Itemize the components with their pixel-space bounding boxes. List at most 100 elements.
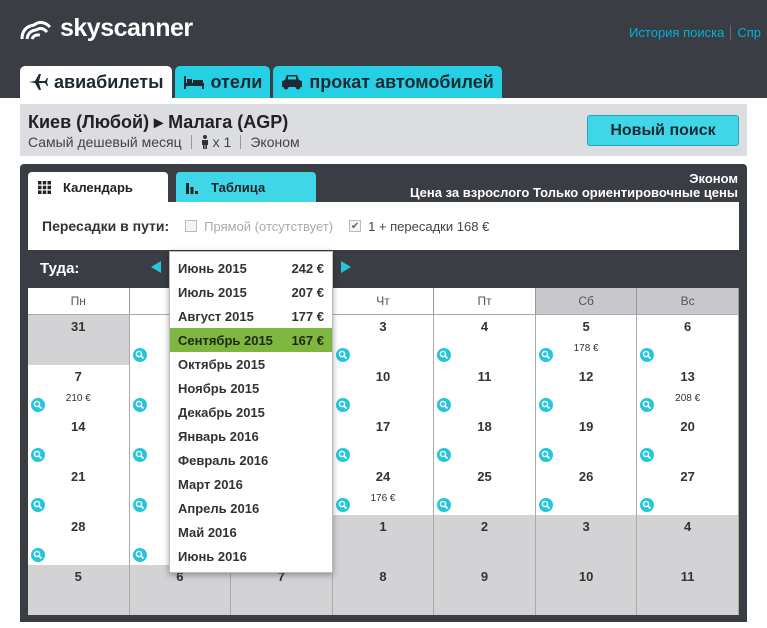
search-icon[interactable]	[640, 448, 655, 462]
search-icon[interactable]	[437, 448, 452, 462]
tab-calendar[interactable]: Календарь	[28, 172, 168, 202]
search-icon[interactable]	[538, 448, 553, 462]
grid-icon	[38, 180, 51, 194]
month-dropdown[interactable]: Июнь 2015 242 € Июль 2015 207 € Август 2015 1…	[169, 251, 333, 573]
day-number: 5	[582, 319, 590, 334]
month-option[interactable]: Октябрь 2015	[170, 352, 332, 376]
one-plus-option[interactable]: ✔ 1 + пересадки 168 €	[349, 219, 489, 234]
calendar-day-cell[interactable]: 25	[434, 465, 536, 515]
month-option[interactable]: Июнь 2015 242 €	[170, 256, 332, 280]
month-option[interactable]: Август 2015 177 €	[170, 304, 332, 328]
month-option[interactable]: Февраль 2016	[170, 448, 332, 472]
info-cabin: Эконом	[689, 171, 738, 186]
calendar-day-cell[interactable]: 26	[535, 465, 638, 515]
calendar-panel: Календарь Таблица Эконом Цена за взросло…	[20, 164, 747, 622]
search-icon[interactable]	[437, 398, 452, 412]
search-icon[interactable]	[335, 348, 350, 362]
calendar-week-row: 3112345178 €6	[28, 314, 739, 365]
calendar-day-cell[interactable]: 20	[637, 415, 739, 465]
calendar-day-cell[interactable]: 21	[28, 465, 130, 515]
plane-icon	[28, 73, 48, 91]
calendar-day-cell[interactable]: 18	[434, 415, 536, 465]
search-icon[interactable]	[31, 498, 45, 512]
search-history-link[interactable]: История поиска	[623, 25, 730, 40]
search-icon[interactable]	[31, 398, 45, 412]
month-option[interactable]: Сентябрь 2015 167 €	[170, 328, 332, 352]
month-option[interactable]: Апрель 2016	[170, 496, 332, 520]
month-option[interactable]: Декабрь 2015	[170, 400, 332, 424]
calendar-day-cell[interactable]: 12	[535, 365, 638, 415]
month-option[interactable]: Март 2016	[170, 472, 332, 496]
calendar-day-cell[interactable]: 14	[28, 415, 130, 465]
month-option[interactable]: Ноябрь 2015	[170, 376, 332, 400]
skyscanner-cloud-icon	[20, 20, 52, 40]
one-plus-checkbox[interactable]: ✔	[349, 220, 362, 232]
stops-label: Пересадки в пути:	[42, 218, 170, 234]
search-icon[interactable]	[640, 348, 655, 362]
month-option[interactable]: Июнь 2016	[170, 544, 332, 568]
day-number: 28	[71, 519, 86, 534]
tab-flights-label: авиабилеты	[54, 71, 164, 92]
day-number: 31	[71, 319, 86, 334]
day-number: 4	[684, 519, 692, 534]
search-icon[interactable]	[31, 448, 45, 462]
search-icon[interactable]	[437, 498, 452, 512]
calendar-day-cell[interactable]: 27	[637, 465, 739, 515]
calendar-day-cell: 4	[637, 515, 739, 565]
search-icon[interactable]	[437, 348, 452, 362]
search-icon[interactable]	[335, 498, 350, 512]
search-icon[interactable]	[31, 548, 45, 562]
calendar-day-cell[interactable]: 17	[332, 415, 435, 465]
calendar-day-cell[interactable]: 7 210 €	[28, 365, 130, 415]
search-icon[interactable]	[538, 498, 553, 512]
calendar-day-cell[interactable]: 13 208 €	[637, 365, 739, 415]
calendar-day-cell[interactable]: 19	[535, 415, 638, 465]
month-option-label: Сентябрь 2015	[178, 332, 273, 348]
search-icon[interactable]	[132, 498, 147, 512]
tab-calendar-label: Календарь	[63, 179, 133, 195]
new-search-button[interactable]: Новый поиск	[587, 115, 739, 146]
day-number: 19	[578, 419, 594, 434]
search-icon[interactable]	[640, 498, 655, 512]
search-icon[interactable]	[640, 398, 655, 412]
tab-car-hire[interactable]: прокат автомобилей	[273, 66, 502, 98]
search-icon[interactable]	[132, 548, 147, 562]
calendar-day-cell[interactable]: 4	[434, 315, 536, 365]
month-option-label: Декабрь 2015	[178, 404, 265, 420]
day-number: 14	[71, 419, 86, 434]
search-icon[interactable]	[132, 448, 147, 462]
calendar-day-cell[interactable]: 10	[332, 365, 435, 415]
month-nav: Туда:	[28, 250, 739, 288]
search-icon[interactable]	[538, 348, 553, 362]
direct-option[interactable]: Прямой (отсутствует)	[185, 219, 333, 234]
search-icon[interactable]	[335, 448, 350, 462]
search-icon[interactable]	[335, 398, 350, 412]
route-title: Киев (Любой) ▸ Малага (AGP)	[28, 112, 289, 132]
day-number: 4	[480, 319, 489, 334]
next-month-arrow-icon[interactable]	[341, 261, 351, 273]
calendar-day-cell: 10	[535, 565, 638, 615]
search-icon[interactable]	[132, 398, 147, 412]
tab-hotels[interactable]: отели	[174, 66, 271, 98]
tab-table[interactable]: Таблица	[176, 172, 316, 202]
calendar-day-cell[interactable]: 6	[637, 315, 739, 365]
calendar-day-cell[interactable]: 24 176 €	[332, 465, 435, 515]
info-price-note: Цена за взрослого Только ориентировочные…	[410, 185, 738, 200]
logo[interactable]: skyscanner	[18, 14, 193, 43]
search-icon[interactable]	[538, 398, 553, 412]
calendar-day-cell: 5	[28, 565, 130, 615]
calendar-day-cell[interactable]: 28	[28, 515, 130, 565]
logo-text: skyscanner	[60, 14, 193, 42]
month-option[interactable]: Январь 2016	[170, 424, 332, 448]
calendar-day-cell[interactable]: 11	[434, 365, 536, 415]
month-option[interactable]: Июль 2015 207 €	[170, 280, 332, 304]
calendar-day-cell[interactable]: 5 178 €	[535, 315, 638, 365]
calendar-day-cell: 3	[535, 515, 638, 565]
month-option[interactable]: Май 2016	[170, 520, 332, 544]
prev-month-arrow-icon[interactable]	[151, 261, 161, 273]
calendar-day-cell[interactable]: 3	[332, 315, 435, 365]
direct-checkbox[interactable]	[185, 220, 198, 232]
search-icon[interactable]	[132, 348, 147, 362]
help-link[interactable]: Спр	[730, 25, 767, 40]
tab-flights[interactable]: авиабилеты	[20, 66, 172, 98]
